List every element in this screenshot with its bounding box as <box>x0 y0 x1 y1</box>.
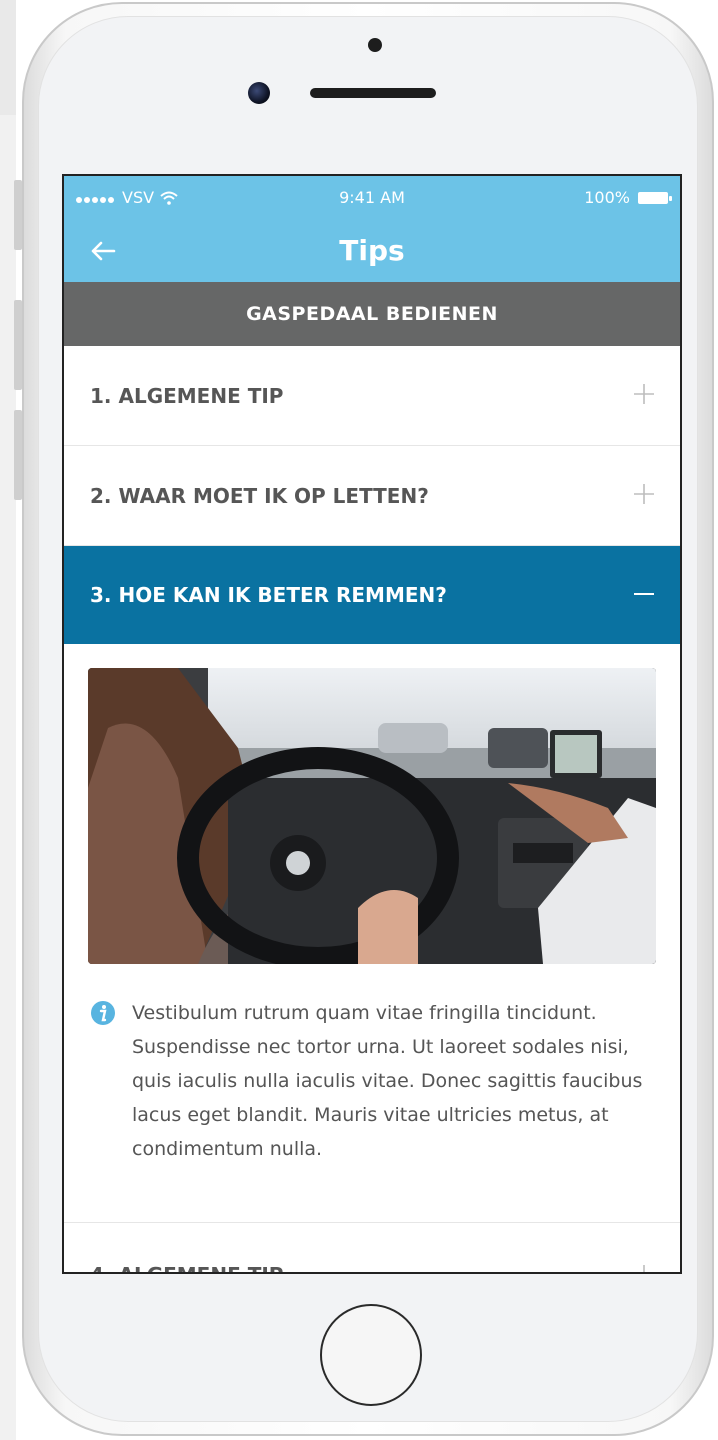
page-title: Tips <box>339 234 405 267</box>
volume-down-button <box>14 410 22 500</box>
app-screen: VSV 9:41 AM 100% Tips GASPEDAAL BEDIENEN… <box>62 174 682 1274</box>
tip-paragraph: Vestibulum rutrum quam vitae fringilla t… <box>88 996 656 1166</box>
home-button[interactable] <box>320 1304 422 1406</box>
background-stripe <box>0 0 16 115</box>
accordion-item-2[interactable]: 2. WAAR MOET IK OP LETTEN? <box>64 446 680 546</box>
accordion-item-label: 2. WAAR MOET IK OP LETTEN? <box>90 483 429 508</box>
accordion-item-3[interactable]: 3. HOE KAN IK BETER REMMEN? <box>64 546 680 644</box>
minus-icon[interactable] <box>632 582 656 606</box>
navigation-bar: Tips <box>64 220 680 282</box>
accordion-item-label: 3. HOE KAN IK BETER REMMEN? <box>90 583 447 607</box>
accordion-item-1[interactable]: 1. ALGEMENE TIP <box>64 346 680 446</box>
battery-status: 100% <box>584 188 672 207</box>
status-bar: VSV 9:41 AM 100% <box>64 176 680 220</box>
earpiece-speaker <box>310 88 436 98</box>
plus-icon[interactable] <box>632 382 656 406</box>
battery-percent: 100% <box>584 188 630 207</box>
mute-switch <box>14 180 22 250</box>
tip-text: Vestibulum rutrum quam vitae fringilla t… <box>132 1002 643 1160</box>
plus-icon[interactable] <box>632 482 656 506</box>
section-title: GASPEDAAL BEDIENEN <box>64 282 680 346</box>
volume-up-button <box>14 300 22 390</box>
driving-lesson-photo <box>88 668 656 969</box>
proximity-sensor <box>368 38 382 52</box>
info-icon <box>91 1001 115 1025</box>
accordion-item-label: 1. ALGEMENE TIP <box>90 383 284 408</box>
accordion-item-label: 4. ALGEMENE TIP <box>90 1263 283 1272</box>
accordion-expanded-content: Vestibulum rutrum quam vitae fringilla t… <box>64 644 680 1166</box>
front-camera <box>248 82 270 104</box>
plus-icon[interactable] <box>632 1263 656 1274</box>
battery-icon <box>638 191 672 204</box>
accordion-item-4[interactable]: 4. ALGEMENE TIP <box>64 1222 680 1274</box>
